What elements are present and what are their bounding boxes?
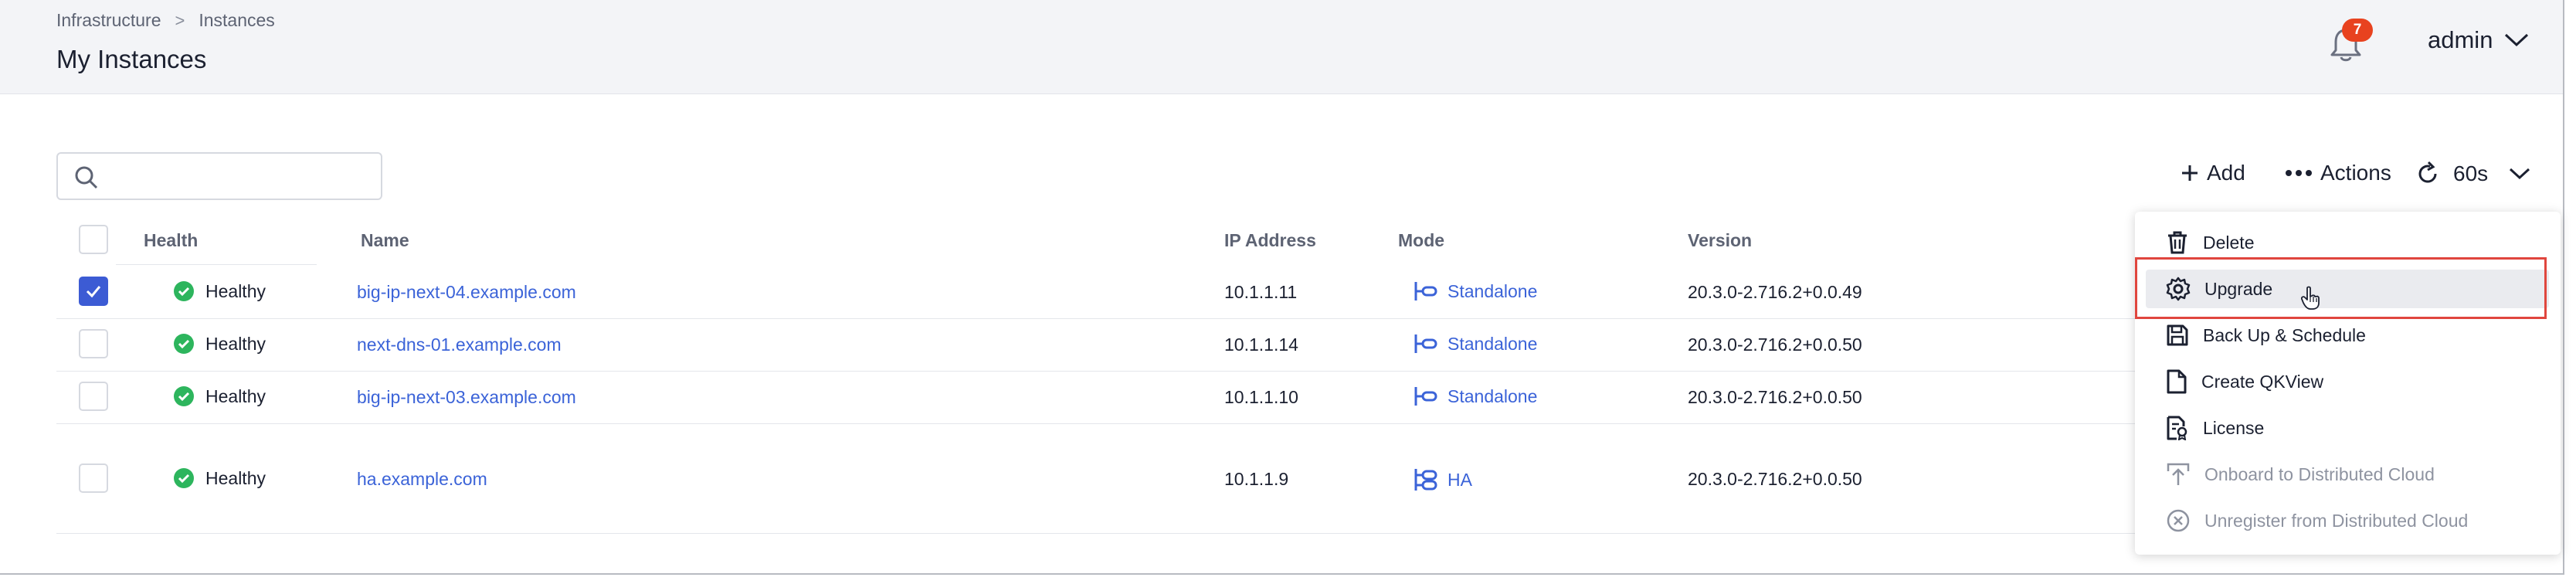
- standalone-mode-icon: [1414, 387, 1437, 406]
- select-all-checkbox[interactable]: [79, 225, 108, 254]
- breadcrumb-separator: >: [175, 10, 185, 30]
- refresh-interval: 60s: [2453, 161, 2489, 185]
- column-header-ip[interactable]: IP Address: [1224, 230, 1316, 251]
- ip-address: 10.1.1.11: [1224, 282, 1298, 302]
- menu-item-back-up-schedule[interactable]: Back Up & Schedule: [2146, 316, 2549, 355]
- notification-count-badge: 7: [2342, 19, 2373, 42]
- check-circle-icon: [174, 468, 194, 488]
- mode-label: Standalone: [1448, 333, 1538, 354]
- breadcrumb-root-link[interactable]: Infrastructure: [56, 10, 161, 31]
- username: admin: [2428, 26, 2493, 53]
- instance-name-link[interactable]: next-dns-01.example.com: [357, 334, 562, 355]
- row-divider: [56, 318, 2151, 319]
- version: 20.3.0-2.716.2+0.0.50: [1688, 334, 1862, 355]
- ha-mode-icon: [1414, 469, 1437, 491]
- health-label: Healthy: [205, 333, 266, 354]
- menu-item-label: Onboard to Distributed Cloud: [2204, 463, 2435, 484]
- refresh-icon: [2418, 161, 2437, 183]
- menu-item-onboard-distributed-cloud: Onboard to Distributed Cloud: [2146, 455, 2549, 494]
- check-circle-icon: [174, 281, 194, 301]
- instance-name-link[interactable]: ha.example.com: [357, 469, 487, 490]
- health-status: Healthy: [173, 280, 266, 302]
- ip-address: 10.1.1.14: [1224, 334, 1298, 355]
- check-circle-icon: [174, 334, 194, 354]
- menu-item-label: Unregister from Distributed Cloud: [2204, 510, 2469, 531]
- row-divider: [56, 423, 2151, 424]
- add-button-label: Add: [2207, 161, 2245, 185]
- health-label: Healthy: [205, 385, 266, 406]
- menu-item-delete[interactable]: Delete: [2146, 223, 2549, 262]
- menu-item-label: License: [2203, 417, 2265, 438]
- save-icon: [2167, 324, 2188, 346]
- menu-item-unregister-distributed-cloud: Unregister from Distributed Cloud: [2146, 501, 2549, 540]
- health-status: Healthy: [173, 385, 266, 407]
- standalone-mode-icon: [1414, 334, 1437, 353]
- page-header: Infrastructure > Instances My Instances …: [0, 0, 2563, 94]
- ip-address: 10.1.1.9: [1224, 469, 1289, 489]
- search-icon: [75, 166, 98, 189]
- trash-icon: [2168, 231, 2187, 254]
- mode-label: HA: [1448, 469, 1472, 490]
- mode-link[interactable]: Standalone: [1414, 385, 1537, 407]
- column-header-version[interactable]: Version: [1688, 230, 1752, 251]
- user-menu[interactable]: admin: [2428, 26, 2530, 54]
- version: 20.3.0-2.716.2+0.0.50: [1688, 469, 1862, 489]
- instance-name-link[interactable]: big-ip-next-04.example.com: [357, 282, 576, 303]
- search-input[interactable]: [56, 152, 382, 200]
- mode-label: Standalone: [1448, 385, 1538, 406]
- breadcrumb: Infrastructure > Instances: [56, 10, 275, 31]
- row-checkbox[interactable]: [79, 329, 108, 358]
- header-divider: [116, 264, 317, 265]
- circle-x-icon: [2167, 509, 2190, 532]
- row-checkbox[interactable]: [79, 277, 108, 306]
- version: 20.3.0-2.716.2+0.0.49: [1688, 282, 1862, 302]
- instance-name-link[interactable]: big-ip-next-03.example.com: [357, 387, 576, 408]
- menu-item-create-qkview[interactable]: Create QKView: [2146, 362, 2549, 401]
- upload-icon: [2167, 463, 2190, 485]
- mode-link[interactable]: HA: [1414, 467, 1472, 492]
- actions-button-label: Actions: [2320, 161, 2391, 185]
- more-dots-icon: [2286, 170, 2312, 176]
- row-checkbox[interactable]: [79, 463, 108, 493]
- row-divider: [56, 371, 2151, 372]
- app-window: Infrastructure > Instances My Instances …: [0, 0, 2564, 575]
- column-header-health[interactable]: Health: [144, 230, 198, 251]
- row-divider: [56, 533, 2151, 534]
- add-button[interactable]: Add: [2181, 161, 2245, 185]
- version: 20.3.0-2.716.2+0.0.50: [1688, 387, 1862, 407]
- column-header-name[interactable]: Name: [361, 230, 409, 251]
- mode-link[interactable]: Standalone: [1414, 333, 1537, 355]
- menu-item-label: Back Up & Schedule: [2203, 324, 2366, 345]
- column-header-mode[interactable]: Mode: [1398, 230, 1444, 251]
- ip-address: 10.1.1.10: [1224, 387, 1298, 407]
- upgrade-highlight-box: [2135, 257, 2547, 319]
- license-icon: [2167, 416, 2187, 440]
- chevron-down-icon: [2510, 168, 2530, 180]
- auto-refresh-control[interactable]: 60s: [2415, 161, 2531, 187]
- chevron-down-icon: [2505, 33, 2529, 47]
- page-title: My Instances: [56, 45, 207, 73]
- standalone-mode-icon: [1414, 282, 1437, 300]
- health-status: Healthy: [173, 467, 266, 489]
- menu-item-label: Delete: [2203, 232, 2255, 253]
- health-label: Healthy: [205, 280, 266, 301]
- mode-link[interactable]: Standalone: [1414, 280, 1537, 302]
- plus-icon: [2182, 165, 2198, 181]
- hand-cursor-icon: [2301, 286, 2320, 310]
- menu-item-license[interactable]: License: [2146, 409, 2549, 447]
- check-circle-icon: [174, 386, 194, 406]
- checkmark-icon: [86, 286, 101, 298]
- actions-button[interactable]: Actions: [2285, 161, 2391, 185]
- row-checkbox[interactable]: [79, 382, 108, 411]
- mode-label: Standalone: [1448, 280, 1538, 301]
- health-status: Healthy: [173, 333, 266, 355]
- file-icon: [2167, 369, 2187, 394]
- breadcrumb-current: Instances: [199, 10, 275, 30]
- menu-item-label: Create QKView: [2201, 371, 2324, 392]
- health-label: Healthy: [205, 467, 266, 488]
